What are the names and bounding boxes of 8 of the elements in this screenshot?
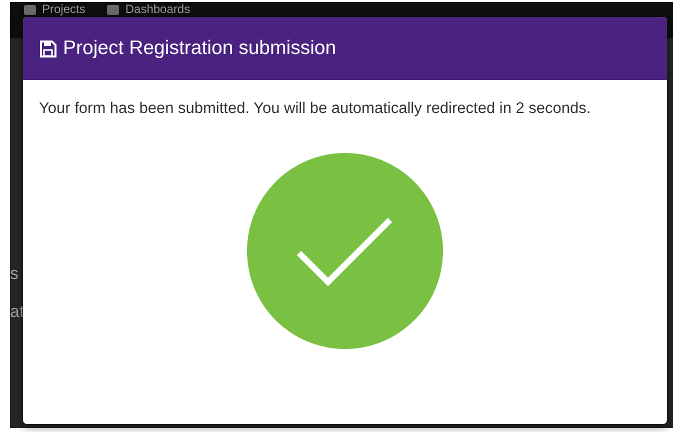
nav-item[interactable]: Projects [24, 2, 86, 16]
nav-item[interactable]: Dashboards [107, 2, 190, 16]
background-text: at [10, 302, 24, 322]
check-icon [247, 153, 443, 349]
modal-message: Your form has been submitted. You will be automatically redirected in 2 seconds. [39, 99, 592, 119]
background-text: s [10, 264, 18, 284]
save-icon [39, 40, 57, 58]
modal-title: Project Registration submission [63, 37, 336, 60]
